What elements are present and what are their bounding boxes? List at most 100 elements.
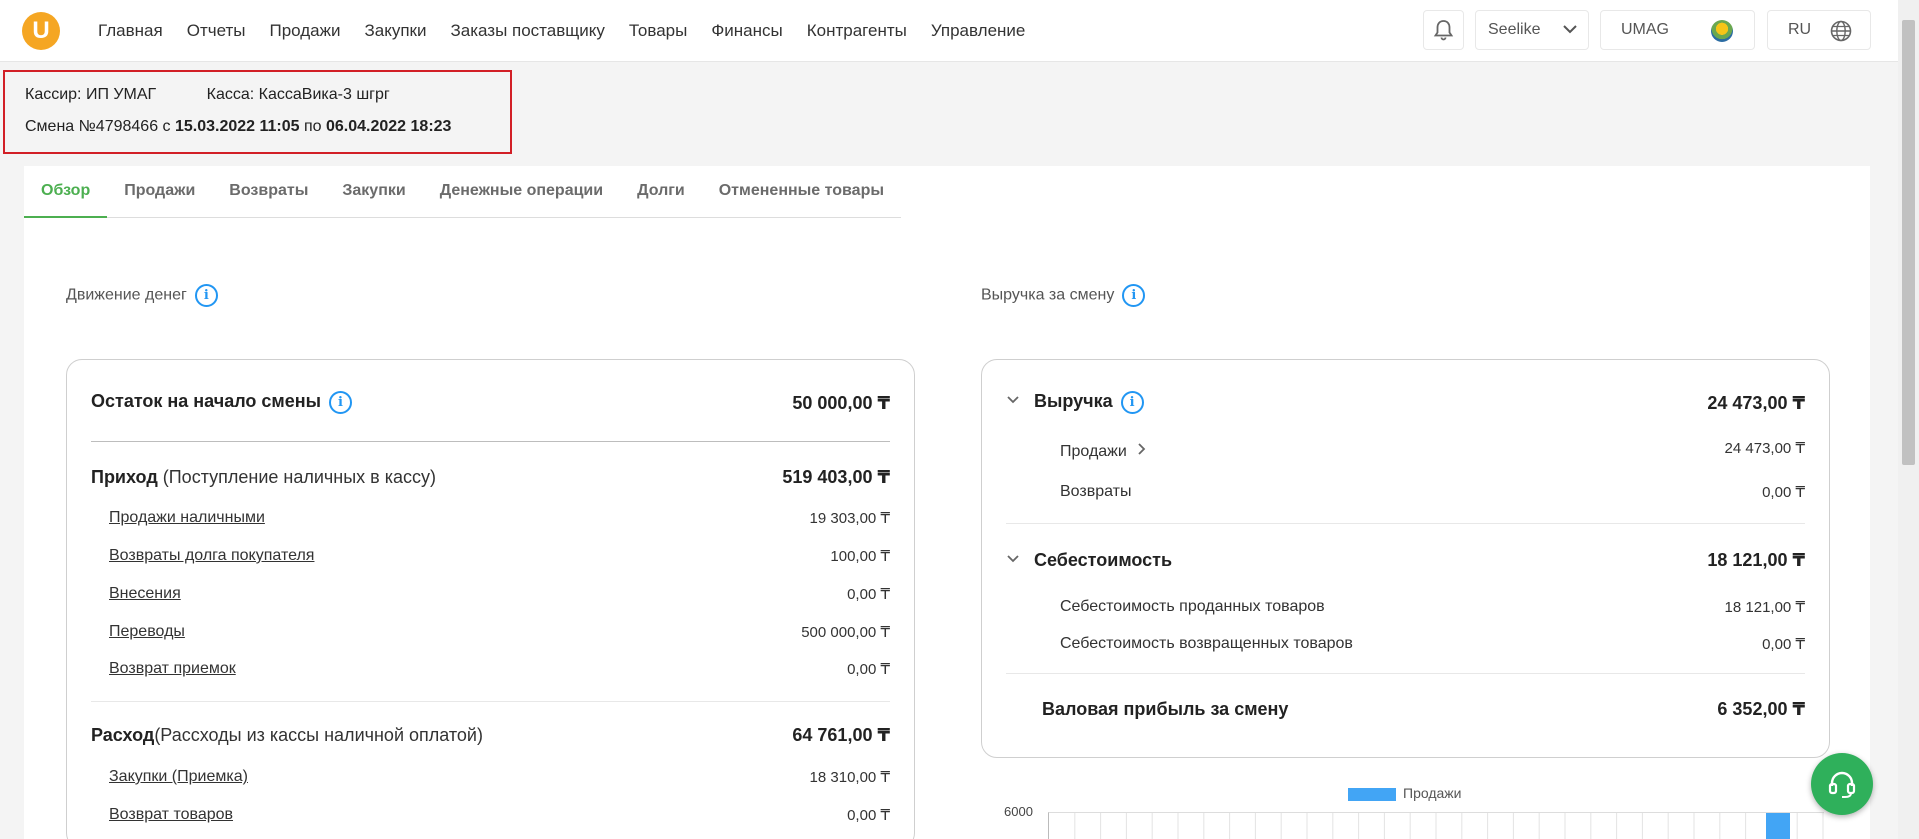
tab-returns[interactable]: Возвраты [212,166,325,218]
main-nav: Главная Отчеты Продажи Закупки Заказы по… [98,0,1025,62]
gross-profit-row: Валовая прибыль за смену 6 352,00 ₸ [1042,699,1805,720]
logo-letter: U [32,17,50,44]
info-icon[interactable]: i [194,284,218,307]
sales-label: Продажи [1060,443,1127,460]
scrollbar-thumb[interactable] [1902,20,1915,465]
income-item-link[interactable]: Возврат приемок [109,660,236,677]
shift-header-line: Кассир: ИП УМАГ Касса: КассаВика-3 шгрг [25,86,390,104]
shift-period-separator: по [299,118,326,135]
chevron-down-icon [1562,11,1578,64]
list-item: Возвраты долга покупателя 100,00 ₸ [109,547,890,565]
shift-number: Смена №4798466 с [25,118,175,135]
cost-returned-label: Себестоимость возвращенных товаров [1060,635,1353,652]
expense-row: Расход(Рассходы из кассы наличной оплато… [91,725,890,746]
cost-sold-value: 18 121,00 ₸ [1724,599,1805,616]
income-item-link[interactable]: Внесения [109,585,181,602]
legend-label: Продажи [1403,785,1462,801]
money-movement-title: Движение денег i [66,284,218,307]
nav-supplier-orders[interactable]: Заказы поставщику [450,21,604,41]
list-item: Возврат приемок 0,00 ₸ [109,660,890,678]
tab-sales[interactable]: Продажи [107,166,212,218]
cost-label: Себестоимость [1034,550,1173,570]
returns-label: Возвраты [1060,483,1132,500]
list-item: Переводы 500 000,00 ₸ [109,623,890,641]
nav-sales[interactable]: Продажи [269,21,340,41]
nav-goods[interactable]: Товары [629,21,687,41]
income-item-value: 0,00 ₸ [847,661,890,678]
list-item: Возврат товаров 0,00 ₸ [109,806,890,824]
expense-note: (Рассходы из кассы наличной оплатой) [154,725,483,745]
expense-item-value: 18 310,00 ₸ [809,769,890,786]
income-item-link[interactable]: Продажи наличными [109,509,265,526]
revenue-row: Выручка i 24 473,00 ₸ [1006,391,1805,415]
cost-returned-row: Себестоимость возвращенных товаров 0,00 … [1060,635,1805,653]
money-movement-label: Движение денег [66,286,187,304]
tab-cash-operations[interactable]: Денежные операции [423,166,620,218]
chart-plot-area [1048,812,1824,839]
store-selector[interactable]: Seelike [1475,10,1589,50]
expense-item-link[interactable]: Закупки (Приемка) [109,768,248,785]
report-tabs: Обзор Продажи Возвраты Закупки Денежные … [24,166,902,218]
revenue-section-label: Выручка за смену [981,286,1115,304]
sales-value: 24 473,00 ₸ [1724,440,1805,457]
info-icon[interactable]: i [328,391,352,415]
nav-reports[interactable]: Отчеты [187,21,246,41]
gross-profit-value: 6 352,00 ₸ [1717,699,1805,719]
info-icon[interactable]: i [1120,391,1144,415]
nav-home[interactable]: Главная [98,21,163,41]
cost-row: Себестоимость 18 121,00 ₸ [1006,550,1805,571]
returns-row: Возвраты 0,00 ₸ [1060,483,1805,501]
avatar [1711,20,1733,42]
expense-item-value: 0,00 ₸ [847,807,890,824]
notifications-button[interactable] [1423,10,1464,50]
expense-item-link[interactable]: Возврат товаров [109,806,233,823]
income-row: Приход (Поступление наличных в кассу) 51… [91,467,890,488]
chevron-down-icon[interactable] [1006,393,1020,410]
income-item-value: 0,00 ₸ [847,586,890,603]
globe-icon [1830,20,1852,42]
y-tick-label: 6000 [1004,804,1033,819]
support-chat-button[interactable] [1811,753,1873,815]
top-navigation-bar: U Главная Отчеты Продажи Закупки Заказы … [0,0,1898,62]
cost-value: 18 121,00 ₸ [1707,550,1805,570]
revenue-value: 24 473,00 ₸ [1707,393,1805,413]
sales-row[interactable]: Продажи 24 473,00 ₸ [1060,440,1805,461]
list-item: Продажи наличными 19 303,00 ₸ [109,509,890,527]
divider [91,701,890,702]
gross-profit-label: Валовая прибыль за смену [1042,699,1289,719]
income-item-value: 100,00 ₸ [830,548,890,565]
tab-purchases[interactable]: Закупки [325,166,422,218]
money-movement-panel: Остаток на начало смены i 50 000,00 ₸ При… [66,359,915,839]
legend-swatch [1348,787,1396,801]
bell-icon [1433,20,1454,41]
user-name: UMAG [1621,21,1669,38]
opening-balance-label: Остаток на начало смены [91,391,321,411]
info-icon[interactable]: i [1122,284,1146,307]
nav-finance[interactable]: Финансы [711,21,782,41]
cashier-label: Кассир: ИП УМАГ [25,86,157,103]
income-item-link[interactable]: Переводы [109,623,185,640]
store-name: Seelike [1488,21,1541,38]
nav-counterparties[interactable]: Контрагенты [807,21,907,41]
cost-sold-row: Себестоимость проданных товаров 18 121,0… [1060,598,1805,616]
tab-debts[interactable]: Долги [620,166,702,218]
revenue-panel: Выручка i 24 473,00 ₸ Продажи 24 473,00 ₸… [981,359,1830,758]
tab-cancelled-goods[interactable]: Отмененные товары [702,166,901,218]
tab-overview[interactable]: Обзор [24,166,108,218]
chevron-down-icon[interactable] [1006,552,1020,569]
user-menu[interactable]: UMAG [1600,10,1755,50]
chart-legend: Продажи [1348,785,1461,801]
list-item: Внесения 0,00 ₸ [109,585,890,603]
page-scrollbar[interactable] [1898,0,1919,839]
nav-purchases[interactable]: Закупки [364,21,426,41]
nav-management[interactable]: Управление [931,21,1026,41]
divider [1006,523,1805,524]
opening-balance-row: Остаток на начало смены i 50 000,00 ₸ [91,391,890,415]
chart-gridlines [1074,813,1824,839]
shift-report-card: Обзор Продажи Возвраты Закупки Денежные … [24,166,1870,839]
sales-bar[interactable] [1766,813,1790,839]
income-item-link[interactable]: Возвраты долга покупателя [109,547,314,564]
language-selector[interactable]: RU [1767,10,1871,50]
umag-logo[interactable]: U [22,12,60,50]
opening-balance-value: 50 000,00 ₸ [792,393,890,413]
